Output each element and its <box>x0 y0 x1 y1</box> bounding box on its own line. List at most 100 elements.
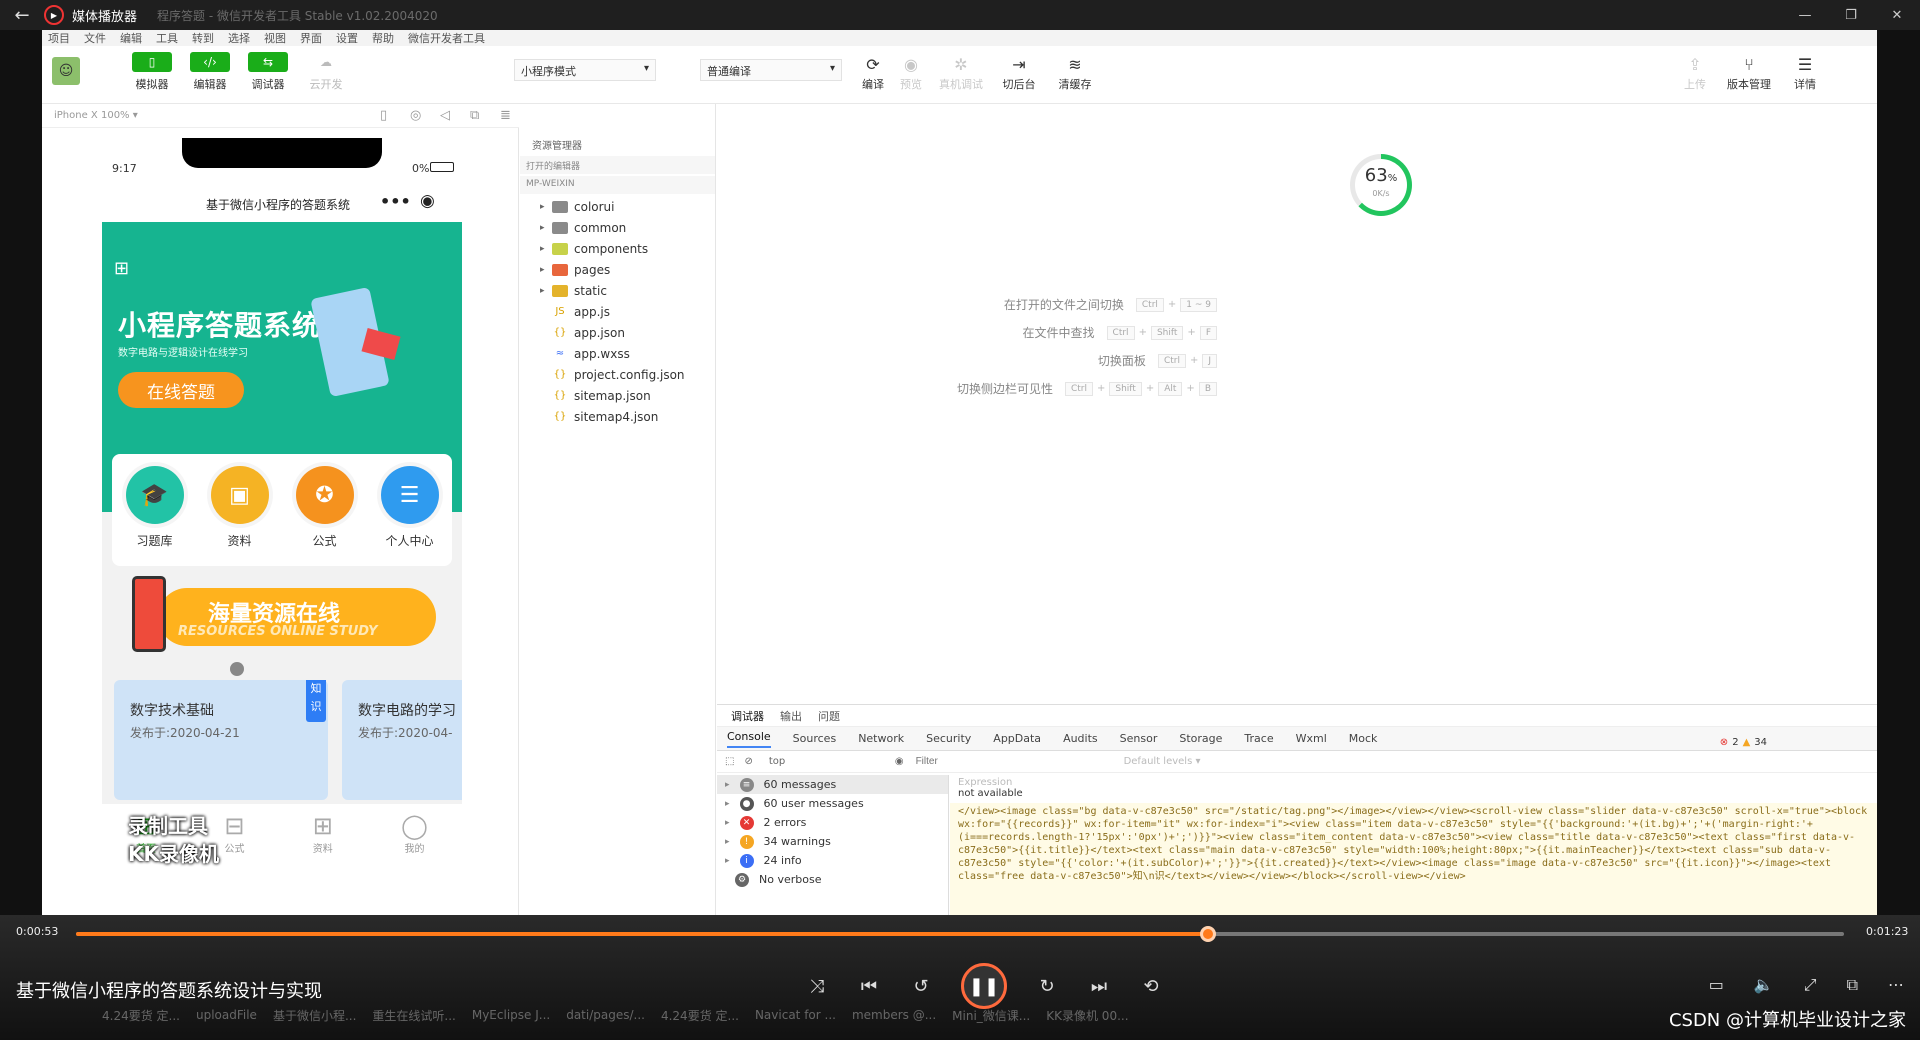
miniplayer-icon[interactable]: ⧉ <box>1847 975 1858 995</box>
close-icon[interactable]: ✕ <box>1874 0 1920 30</box>
list-icon[interactable]: ≣ <box>500 108 511 123</box>
devtools-tab-trace[interactable]: Trace <box>1244 732 1273 745</box>
filter-input[interactable] <box>915 756 1116 767</box>
console-message-filter[interactable]: ▸ i 24 info <box>717 851 948 870</box>
devtools-tab-wxml[interactable]: Wxml <box>1296 732 1327 745</box>
debug-top-tab[interactable]: 输出 <box>780 708 802 724</box>
file-tree-item[interactable]: ▸ colorui <box>520 196 715 217</box>
window-icon[interactable]: ⧉ <box>470 108 479 123</box>
console-message-filter[interactable]: ▸ ✕ 2 errors <box>717 813 948 832</box>
debug-top-tab[interactable]: 问题 <box>818 708 840 724</box>
fullscreen-icon[interactable]: ⤢ <box>1804 975 1817 995</box>
quick-entry-4[interactable]: ☰ 个人中心 <box>375 466 445 566</box>
devtools-tab-network[interactable]: Network <box>858 732 904 745</box>
menu-item[interactable]: 转到 <box>192 30 214 46</box>
menu-item[interactable]: 界面 <box>300 30 322 46</box>
file-tree-item[interactable]: ▸ pages <box>520 259 715 280</box>
editor-button[interactable]: ‹/› 编辑器 <box>186 52 234 92</box>
taskbar-item[interactable]: Mini_微信课... <box>952 1007 1030 1024</box>
quick-entry-1[interactable]: 🎓 习题库 <box>120 466 190 566</box>
console-message-filter[interactable]: ▸! 34 warnings <box>717 832 948 851</box>
avatar[interactable]: ☺ <box>52 57 80 85</box>
upload-button[interactable]: ⇪ 上传 <box>1672 52 1718 92</box>
menu-item[interactable]: 微信开发者工具 <box>408 30 485 46</box>
taskbar-item[interactable]: Navicat for ... <box>755 1008 836 1022</box>
menu-item[interactable]: 项目 <box>48 30 70 46</box>
file-tree-item[interactable]: ≈ app.wxss <box>520 343 715 364</box>
taskbar-item[interactable]: 基于微信小程... <box>273 1007 356 1024</box>
project-section[interactable]: MP-WEIXIN <box>520 176 715 194</box>
issue-counts[interactable]: ⊗ 2 ▲ 34 <box>1720 737 1767 748</box>
menu-item[interactable]: 设置 <box>336 30 358 46</box>
devtools-tab-storage[interactable]: Storage <box>1179 732 1222 745</box>
rewind-10-icon[interactable]: ↺ <box>909 976 933 997</box>
debugger-button[interactable]: ⇆ 调试器 <box>244 52 292 92</box>
more-icon[interactable]: ••• <box>380 192 411 211</box>
remote-debug-button[interactable]: ✲ 真机调试 <box>938 52 984 92</box>
more-options-icon[interactable]: ⋯ <box>1888 975 1904 995</box>
taskbar-item[interactable]: 4.24要货 定... <box>102 1007 180 1024</box>
shuffle-icon[interactable]: ⤨ <box>805 976 829 997</box>
mode-select[interactable]: 小程序模式 <box>514 59 656 81</box>
seek-handle[interactable] <box>1199 926 1216 942</box>
file-tree-item[interactable]: {} project.config.json <box>520 364 715 385</box>
menu-item[interactable]: 文件 <box>84 30 106 46</box>
console-message-filter[interactable]: ▸ ● 60 user messages <box>717 794 948 813</box>
open-editors-section[interactable]: 打开的编辑器 <box>520 156 715 174</box>
repeat-off-icon[interactable]: ⟲ <box>1139 976 1163 997</box>
file-tree-item[interactable]: ▸ components <box>520 238 715 259</box>
file-tree-item[interactable]: {} app.json <box>520 322 715 343</box>
capsule-close-icon[interactable]: ◉ <box>420 191 435 211</box>
file-tree-item[interactable]: {} sitemap.json <box>520 385 715 406</box>
record-icon[interactable]: ◎ <box>410 108 421 123</box>
file-tree-item[interactable]: {} sitemap4.json <box>520 406 715 427</box>
details-button[interactable]: ☰ 详情 <box>1782 52 1828 92</box>
background-button[interactable]: ⇥ 切后台 <box>996 52 1042 92</box>
taskbar-item[interactable]: KK录像机 00... <box>1046 1007 1128 1024</box>
tab-2[interactable]: ⊟ 公式 <box>224 812 244 915</box>
devtools-tab-appdata[interactable]: AppData <box>993 732 1041 745</box>
simulator-button[interactable]: ▯ 模拟器 <box>128 52 176 92</box>
devtools-tab-console[interactable]: Console <box>727 730 771 748</box>
console-message-filter[interactable]: ⚙ No verbose <box>717 870 948 889</box>
volume-icon[interactable]: 🔈 <box>1754 975 1774 995</box>
context-select[interactable]: top <box>769 756 889 767</box>
eye-icon[interactable]: ◉ <box>895 756 904 767</box>
devtools-tab-security[interactable]: Security <box>926 732 971 745</box>
quick-entry-2[interactable]: ▣ 资料 <box>205 466 275 566</box>
file-tree-item[interactable]: JS app.js <box>520 301 715 322</box>
promo-banner[interactable]: 海量资源在线 RESOURCES ONLINE STUDY <box>118 576 446 656</box>
menu-item[interactable]: 工具 <box>156 30 178 46</box>
tab-3[interactable]: ⊞ 资料 <box>313 812 333 915</box>
levels-select[interactable]: Default levels ▾ <box>1124 756 1201 767</box>
forward-30-icon[interactable]: ↻ <box>1035 976 1059 997</box>
clear-cache-button[interactable]: ≋ 清缓存 <box>1052 52 1098 92</box>
tab-4[interactable]: ◯ 我的 <box>401 812 428 915</box>
cloud-dev-button[interactable]: ☁ 云开发 <box>302 52 350 92</box>
taskbar-item[interactable]: MyEclipse J... <box>472 1008 550 1022</box>
clear-console-icon[interactable]: ⊘ <box>744 756 752 767</box>
devtools-tab-sources[interactable]: Sources <box>793 732 837 745</box>
taskbar-item[interactable]: members @... <box>852 1008 936 1022</box>
console-message-filter[interactable]: ▸ ≡ 60 messages <box>717 775 948 794</box>
taskbar-item[interactable]: uploadFile <box>196 1008 257 1022</box>
menu-item[interactable]: 选择 <box>228 30 250 46</box>
inspect-icon[interactable]: ⬚ <box>725 756 734 767</box>
phone-icon[interactable]: ▯ <box>380 108 387 123</box>
subtitles-icon[interactable]: ▭ <box>1709 975 1724 995</box>
devtools-tab-sensor[interactable]: Sensor <box>1120 732 1158 745</box>
online-quiz-button[interactable]: 在线答题 <box>118 372 244 408</box>
volume-icon[interactable]: ◁ <box>440 108 450 123</box>
taskbar-item[interactable]: 重生在线试听... <box>372 1007 455 1024</box>
taskbar-item[interactable]: dati/pages/... <box>566 1008 645 1022</box>
devtools-tab-audits[interactable]: Audits <box>1063 732 1098 745</box>
compile-select[interactable]: 普通编译 <box>700 59 842 81</box>
file-tree-item[interactable]: ▸ common <box>520 217 715 238</box>
back-arrow-icon[interactable]: ← <box>0 5 44 26</box>
menu-item[interactable]: 编辑 <box>120 30 142 46</box>
preview-button[interactable]: ◉ 预览 <box>888 52 934 92</box>
menu-item[interactable]: 视图 <box>264 30 286 46</box>
debug-top-tab[interactable]: 调试器 <box>731 708 764 724</box>
course-card[interactable]: 数字技术基础 发布于:2020-04-21 知识 <box>114 680 328 800</box>
seek-bar[interactable] <box>76 926 1844 942</box>
